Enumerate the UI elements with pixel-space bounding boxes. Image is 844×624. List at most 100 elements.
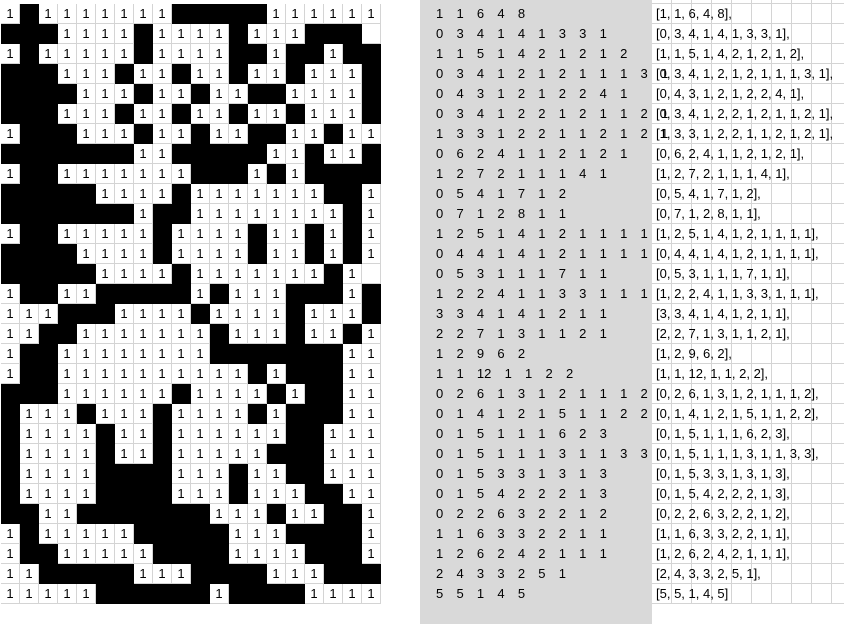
grid-cell[interactable]: 1 (362, 524, 381, 544)
grid-cell[interactable] (210, 164, 229, 184)
grid-cell[interactable] (267, 164, 286, 184)
spreadsheet[interactable]: 1111111111111111111111111111111111111111… (0, 0, 844, 624)
grid-cell[interactable]: 1 (229, 124, 248, 144)
grid-cell[interactable] (267, 84, 286, 104)
grid-cell[interactable]: 1 (362, 4, 381, 24)
grid-cell[interactable]: 1 (77, 524, 96, 544)
empty-cell[interactable] (812, 464, 832, 484)
grid-cell[interactable]: 1 (191, 44, 210, 64)
grid-cell[interactable] (362, 64, 381, 84)
grid-cell[interactable] (305, 444, 324, 464)
grid-cell[interactable]: 1 (324, 324, 343, 344)
grid-cell[interactable] (153, 404, 172, 424)
empty-cell[interactable] (772, 564, 792, 584)
grid-cell[interactable] (210, 524, 229, 544)
grid-cell[interactable] (343, 544, 362, 564)
grid-cell[interactable]: 1 (134, 424, 153, 444)
grid-cell[interactable]: 1 (134, 244, 153, 264)
grid-cell[interactable] (1, 64, 20, 84)
grid-cell[interactable] (77, 144, 96, 164)
grid-cell[interactable]: 1 (324, 244, 343, 264)
grid-cell[interactable]: 1 (1, 544, 20, 564)
grid-cell[interactable]: 1 (115, 324, 134, 344)
grid-cell[interactable] (153, 584, 172, 604)
grid-cell[interactable]: 1 (96, 24, 115, 44)
grid-cell[interactable]: 1 (1, 164, 20, 184)
grid-cell[interactable]: 1 (39, 504, 58, 524)
grid-cell[interactable]: 1 (153, 264, 172, 284)
grid-cell[interactable]: 1 (229, 364, 248, 384)
grid-cell[interactable] (362, 284, 381, 304)
grid-cell[interactable]: 1 (324, 444, 343, 464)
empty-cell[interactable] (832, 444, 844, 464)
empty-cell[interactable] (812, 164, 832, 184)
grid-cell[interactable]: 1 (134, 64, 153, 84)
grid-cell[interactable] (20, 544, 39, 564)
grid-cell[interactable] (191, 544, 210, 564)
grid-cell[interactable]: 1 (210, 124, 229, 144)
grid-cell[interactable] (39, 204, 58, 224)
grid-cell[interactable]: 1 (286, 484, 305, 504)
grid-cell[interactable]: 1 (172, 304, 191, 324)
grid-cell[interactable] (39, 64, 58, 84)
grid-cell[interactable]: 1 (343, 384, 362, 404)
empty-cell[interactable] (812, 204, 832, 224)
grid-cell[interactable] (286, 524, 305, 544)
grid-cell[interactable] (20, 504, 39, 524)
grid-cell[interactable]: 1 (58, 484, 77, 504)
grid-cell[interactable] (210, 324, 229, 344)
empty-cell[interactable] (812, 424, 832, 444)
grid-cell[interactable]: 1 (191, 464, 210, 484)
grid-cell[interactable]: 1 (153, 364, 172, 384)
grid-cell[interactable]: 1 (77, 464, 96, 484)
grid-cell[interactable]: 1 (115, 384, 134, 404)
grid-cell[interactable] (210, 544, 229, 564)
grid-cell[interactable]: 1 (96, 364, 115, 384)
grid-cell[interactable] (172, 504, 191, 524)
grid-cell[interactable]: 1 (134, 324, 153, 344)
grid-cell[interactable]: 1 (286, 204, 305, 224)
empty-cell[interactable] (792, 264, 812, 284)
grid-cell[interactable] (248, 364, 267, 384)
grid-cell[interactable]: 1 (324, 424, 343, 444)
grid-cell[interactable] (229, 464, 248, 484)
grid-cell[interactable]: 1 (20, 564, 39, 584)
grid-cell[interactable] (58, 244, 77, 264)
grid-cell[interactable]: 1 (96, 184, 115, 204)
grid-cell[interactable]: 1 (20, 304, 39, 324)
grid-cell[interactable] (134, 484, 153, 504)
empty-cell[interactable] (812, 44, 832, 64)
grid-cell[interactable]: 1 (286, 84, 305, 104)
grid-cell[interactable] (96, 484, 115, 504)
grid-cell[interactable]: 1 (267, 104, 286, 124)
empty-cell[interactable] (812, 544, 832, 564)
grid-cell[interactable]: 1 (210, 484, 229, 504)
grid-cell[interactable]: 1 (286, 4, 305, 24)
grid-cell[interactable]: 1 (153, 104, 172, 124)
grid-cell[interactable]: 1 (77, 164, 96, 184)
grid-cell[interactable] (1, 404, 20, 424)
grid-cell[interactable]: 1 (77, 544, 96, 564)
grid-cell[interactable] (39, 224, 58, 244)
grid-cell[interactable]: 1 (286, 184, 305, 204)
grid-cell[interactable] (77, 504, 96, 524)
empty-cell[interactable] (812, 564, 832, 584)
grid-cell[interactable]: 1 (248, 324, 267, 344)
empty-cell[interactable] (832, 344, 844, 364)
grid-cell[interactable]: 1 (191, 344, 210, 364)
grid-cell[interactable]: 1 (115, 524, 134, 544)
grid-cell[interactable] (115, 204, 134, 224)
empty-cell[interactable] (832, 44, 844, 64)
grid-cell[interactable] (153, 464, 172, 484)
grid-cell[interactable]: 1 (58, 364, 77, 384)
empty-cell[interactable] (772, 4, 792, 24)
grid-cell[interactable]: 1 (362, 464, 381, 484)
grid-cell[interactable] (96, 144, 115, 164)
grid-cell[interactable] (39, 184, 58, 204)
grid-cell[interactable]: 1 (343, 4, 362, 24)
grid-cell[interactable]: 1 (1, 584, 20, 604)
grid-cell[interactable]: 1 (210, 584, 229, 604)
empty-cell[interactable] (772, 204, 792, 224)
grid-cell[interactable]: 1 (305, 504, 324, 524)
grid-cell[interactable] (286, 404, 305, 424)
